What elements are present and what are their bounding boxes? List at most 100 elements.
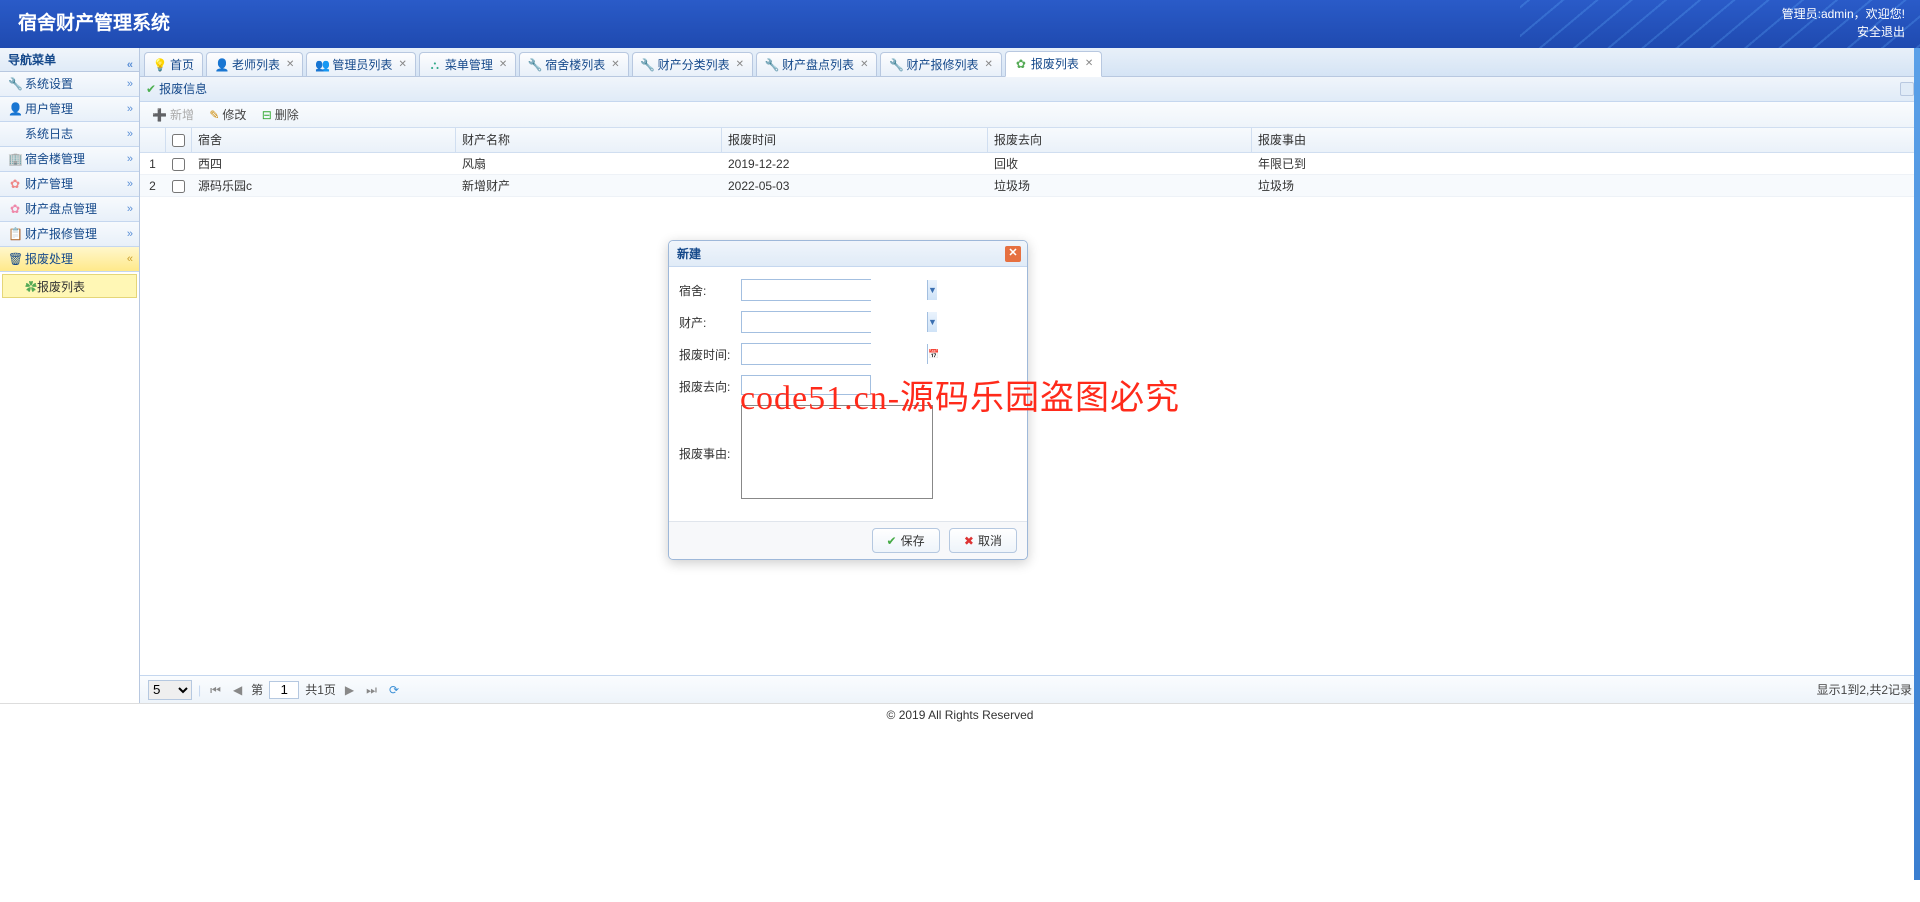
- wrench-icon: 🔧: [528, 58, 542, 72]
- table-row[interactable]: 1 西四 风扇 2019-12-22 回收 年限已到: [140, 153, 1920, 175]
- time-datebox[interactable]: 📅: [741, 343, 871, 365]
- pager-info: 显示1到2,共2记录: [1817, 676, 1912, 704]
- tab-scrap-list[interactable]: ✿报废列表✕: [1005, 51, 1102, 77]
- logout-link[interactable]: 安全退出: [1857, 25, 1905, 39]
- label-dorm: 宿舍:: [679, 279, 741, 299]
- calendar-icon[interactable]: 📅: [927, 344, 939, 364]
- grid-body: 1 西四 风扇 2019-12-22 回收 年限已到 2 源码乐园c 新增财产 …: [140, 153, 1920, 197]
- tree-scrap-list[interactable]: ✿报废列表: [2, 274, 137, 298]
- chevron-down-icon[interactable]: ▼: [927, 312, 937, 332]
- close-icon[interactable]: ✕: [398, 54, 406, 76]
- save-button[interactable]: ✔保存: [872, 528, 940, 553]
- cancel-button[interactable]: ✖取消: [949, 528, 1017, 553]
- sidebar-item-users[interactable]: 👤用户管理»: [0, 97, 139, 122]
- page-size-select[interactable]: 5: [148, 680, 192, 700]
- inventory-icon: ✿: [8, 197, 22, 222]
- tab-menus[interactable]: ⛬菜单管理✕: [419, 52, 516, 76]
- col-where[interactable]: 报废去向: [988, 128, 1252, 152]
- tab-dorms[interactable]: 🔧宿舍楼列表✕: [519, 52, 628, 76]
- sidebar-item-log[interactable]: 系统日志»: [0, 122, 139, 147]
- sidebar: 导航菜单« 🔧系统设置» 👤用户管理» 系统日志» 🏢宿舍楼管理» ✿财产管理»…: [0, 48, 140, 703]
- lightbulb-icon: 💡: [153, 58, 167, 72]
- last-page-icon[interactable]: ⏭: [363, 676, 380, 704]
- chevrons-down-icon: »: [127, 147, 133, 172]
- prev-page-icon[interactable]: ◀: [230, 676, 245, 704]
- where-input[interactable]: [741, 375, 871, 395]
- sidebar-item-dorm[interactable]: 🏢宿舍楼管理»: [0, 147, 139, 172]
- row-checkbox[interactable]: [172, 158, 185, 171]
- close-icon[interactable]: ✕: [1005, 246, 1021, 262]
- sidebar-item-inventory[interactable]: ✿财产盘点管理»: [0, 197, 139, 222]
- close-icon[interactable]: ✕: [984, 54, 992, 76]
- tab-asset-inv[interactable]: 🔧财产盘点列表✕: [756, 52, 877, 76]
- panel-title: ✔报废信息: [140, 77, 1920, 102]
- cancel-icon: ✖: [964, 534, 974, 548]
- close-icon[interactable]: ✕: [286, 54, 294, 76]
- label-where: 报废去向:: [679, 375, 741, 395]
- table-row[interactable]: 2 源码乐园c 新增财产 2022-05-03 垃圾场 垃圾场: [140, 175, 1920, 197]
- dorm-input[interactable]: [742, 280, 927, 300]
- delete-button[interactable]: ⊟删除: [256, 102, 305, 128]
- admin-label: 管理员:admin: [1782, 7, 1854, 21]
- dorm-combo[interactable]: ▼: [741, 279, 871, 301]
- chevron-down-icon[interactable]: ▼: [927, 280, 937, 300]
- reason-textarea[interactable]: [741, 405, 933, 499]
- pencil-icon: ✎: [209, 102, 219, 128]
- close-icon[interactable]: ✕: [611, 54, 619, 76]
- close-icon[interactable]: ✕: [860, 54, 868, 76]
- tab-strip: 💡首页 👤老师列表✕ 👥管理员列表✕ ⛬菜单管理✕ 🔧宿舍楼列表✕ 🔧财产分类列…: [140, 48, 1920, 77]
- chevrons-down-icon: »: [127, 172, 133, 197]
- dialog-title[interactable]: 新建✕: [669, 241, 1027, 267]
- add-button[interactable]: ➕新增: [146, 102, 200, 128]
- scrap-icon: 🗑: [8, 247, 22, 272]
- label-reason: 报废事由:: [679, 405, 741, 462]
- user-icon: 👤: [8, 97, 22, 122]
- close-icon[interactable]: ✕: [1085, 53, 1093, 75]
- page-input[interactable]: [269, 681, 299, 699]
- repair-icon: 📋: [8, 222, 22, 247]
- panel-collapse-icon[interactable]: [1900, 82, 1914, 96]
- time-input[interactable]: [742, 344, 927, 364]
- edit-button[interactable]: ✎修改: [203, 102, 252, 128]
- col-name[interactable]: 财产名称: [456, 128, 722, 152]
- chevrons-down-icon: »: [127, 72, 133, 97]
- select-all-checkbox[interactable]: [172, 134, 185, 147]
- tab-teachers[interactable]: 👤老师列表✕: [206, 52, 303, 76]
- label-asset: 财产:: [679, 311, 741, 331]
- tab-asset-cat[interactable]: 🔧财产分类列表✕: [632, 52, 753, 76]
- chevrons-down-icon: »: [127, 197, 133, 222]
- refresh-icon[interactable]: ⟳: [386, 676, 402, 704]
- sidebar-item-scrap[interactable]: 🗑报废处理«: [0, 247, 139, 272]
- col-reason[interactable]: 报废事由: [1252, 128, 1920, 152]
- close-icon[interactable]: ✕: [736, 54, 744, 76]
- dialog-new: 新建✕ 宿舍:▼ 财产:▼ 报废时间:📅 报废去向: 报废事由: ✔保存 ✖取消: [668, 240, 1028, 560]
- header-user-area: 管理员:admin，欢迎您! 安全退出: [1782, 5, 1905, 41]
- sidebar-item-system[interactable]: 🔧系统设置»: [0, 72, 139, 97]
- sidebar-item-repair[interactable]: 📋财产报修管理»: [0, 222, 139, 247]
- scrollbar[interactable]: [1914, 48, 1920, 880]
- asset-combo[interactable]: ▼: [741, 311, 871, 333]
- wrench-icon: 🔧: [8, 72, 22, 97]
- list-icon: ✿: [1014, 57, 1028, 71]
- grid-toolbar: ➕新增 ✎修改 ⊟删除: [140, 102, 1920, 128]
- row-checkbox[interactable]: [172, 180, 185, 193]
- asset-input[interactable]: [742, 312, 927, 332]
- tab-admins[interactable]: 👥管理员列表✕: [306, 52, 415, 76]
- check-icon: ✔: [146, 82, 156, 96]
- content-area: 💡首页 👤老师列表✕ 👥管理员列表✕ ⛬菜单管理✕ 🔧宿舍楼列表✕ 🔧财产分类列…: [140, 48, 1920, 703]
- sidebar-item-asset[interactable]: ✿财产管理»: [0, 172, 139, 197]
- wrench-icon: 🔧: [889, 58, 903, 72]
- user-icon: 👤: [215, 58, 229, 72]
- col-dorm[interactable]: 宿舍: [192, 128, 456, 152]
- tab-asset-repair[interactable]: 🔧财产报修列表✕: [880, 52, 1001, 76]
- col-time[interactable]: 报废时间: [722, 128, 988, 152]
- tree-icon: ⛬: [428, 58, 442, 72]
- first-page-icon[interactable]: ⏮: [207, 676, 224, 704]
- chevrons-down-icon: »: [127, 97, 133, 122]
- tab-home[interactable]: 💡首页: [144, 52, 203, 76]
- chevrons-up-icon: «: [127, 247, 133, 272]
- pager: 5 | ⏮ ◀ 第 共1页 ▶ ⏭ ⟳ 显示1到2,共2记录: [140, 675, 1920, 703]
- next-page-icon[interactable]: ▶: [342, 676, 357, 704]
- close-icon[interactable]: ✕: [499, 54, 507, 76]
- app-header: 宿舍财产管理系统 管理员:admin，欢迎您! 安全退出: [0, 0, 1920, 48]
